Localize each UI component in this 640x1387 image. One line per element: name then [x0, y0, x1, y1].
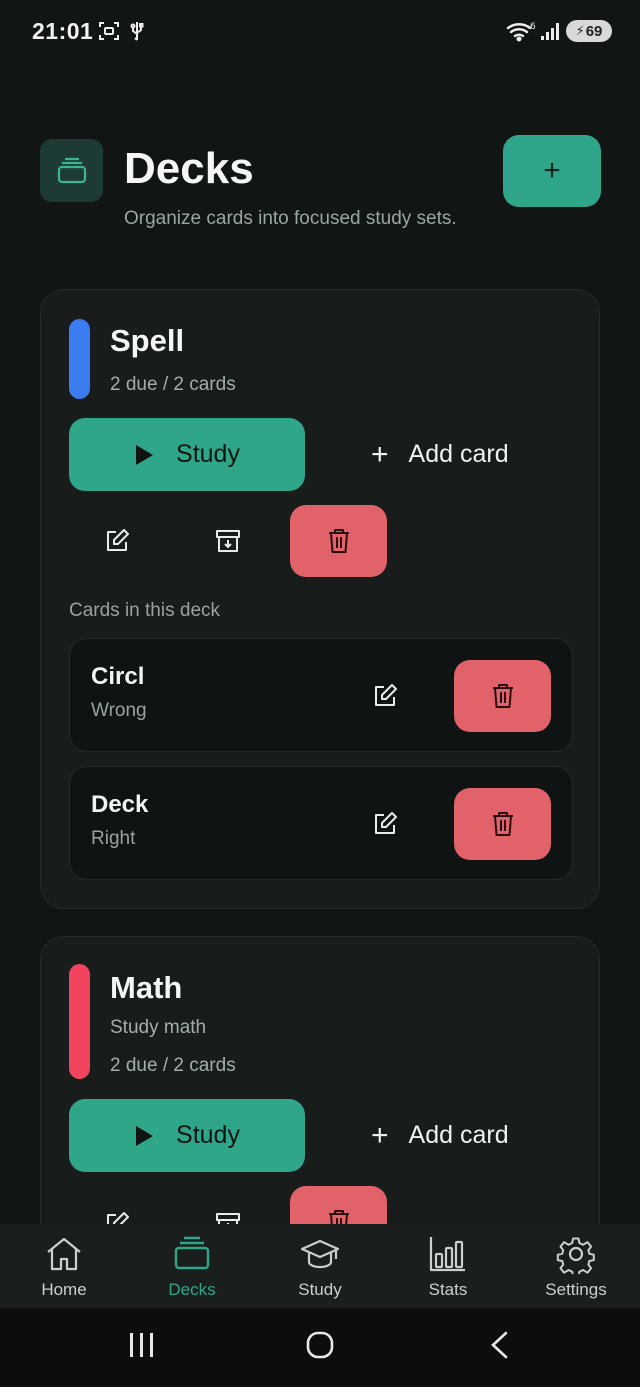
- deck-name: Spell: [110, 323, 185, 358]
- add-card-button[interactable]: + Add card: [371, 418, 509, 491]
- status-time: 21:01: [32, 18, 94, 44]
- add-deck-button[interactable]: +: [503, 135, 601, 207]
- add-card-label: Add card: [408, 1121, 509, 1149]
- delete-deck-button[interactable]: [290, 1186, 387, 1224]
- deck-due-count: 2 due / 2 cards: [110, 374, 236, 395]
- card-item: Deck Right: [69, 766, 573, 880]
- card-front: Deck: [91, 791, 149, 818]
- nav-label: Settings: [545, 1280, 607, 1299]
- deck-description: Study math: [110, 1017, 207, 1038]
- delete-card-button[interactable]: [454, 660, 551, 732]
- system-nav-bar: [0, 1308, 640, 1387]
- nav-item-stats[interactable]: Stats: [384, 1224, 512, 1308]
- plus-icon: +: [371, 1118, 389, 1152]
- trash-icon: [328, 529, 349, 553]
- cards-section-label: Cards in this deck: [69, 600, 221, 621]
- edit-icon: [107, 1212, 129, 1224]
- edit-icon: [375, 684, 397, 706]
- plus-icon: +: [371, 437, 389, 471]
- play-icon: [136, 444, 154, 465]
- study-button-label: Study: [176, 440, 240, 468]
- add-card-button[interactable]: + Add card: [371, 1099, 509, 1172]
- edit-icon: [107, 529, 129, 551]
- archive-deck-button[interactable]: [198, 511, 258, 571]
- home-button-icon[interactable]: [305, 1330, 335, 1360]
- battery-level: 69: [585, 22, 603, 40]
- deck-due-count: 2 due / 2 cards: [110, 1055, 236, 1076]
- back-icon[interactable]: [488, 1330, 512, 1360]
- delete-deck-button[interactable]: [290, 505, 387, 577]
- study-button[interactable]: Study: [69, 1099, 305, 1172]
- recent-apps-icon[interactable]: [128, 1330, 156, 1360]
- nav-label: Home: [41, 1280, 87, 1299]
- stats-icon: [429, 1237, 465, 1272]
- signal-icon: [541, 23, 559, 40]
- edit-deck-button[interactable]: [87, 511, 147, 571]
- nav-item-settings[interactable]: Settings: [512, 1224, 640, 1308]
- deck-name: Math: [110, 970, 183, 1005]
- card-back: Right: [91, 828, 136, 849]
- usb-icon: [130, 22, 144, 41]
- deck-color-bar: [69, 964, 90, 1079]
- card-front: Circl: [91, 663, 145, 690]
- bottom-nav: Home Decks Study Stats Settings: [0, 1224, 640, 1308]
- nav-item-decks[interactable]: Decks: [128, 1224, 256, 1308]
- gear-icon: [556, 1237, 595, 1274]
- delete-card-button[interactable]: [454, 788, 551, 860]
- edit-card-button[interactable]: [355, 794, 415, 854]
- svg-text:6: 6: [530, 22, 536, 32]
- trash-icon: [492, 812, 513, 836]
- screenshot-icon: [99, 22, 119, 40]
- card-back: Wrong: [91, 700, 147, 721]
- battery-indicator: ⚡ 69: [566, 20, 612, 42]
- page-title: Decks: [124, 144, 254, 193]
- study-button[interactable]: Study: [69, 418, 305, 491]
- decks-header-icon: [40, 139, 103, 202]
- archive-icon: [216, 530, 240, 552]
- card-item: Circl Wrong: [69, 638, 573, 752]
- home-icon: [47, 1237, 81, 1271]
- edit-card-button[interactable]: [355, 666, 415, 726]
- nav-label: Study: [298, 1280, 342, 1299]
- page-subtitle: Organize cards into focused study sets.: [124, 208, 457, 229]
- nav-label: Decks: [168, 1280, 216, 1299]
- archive-icon: [216, 1213, 240, 1224]
- trash-icon: [492, 684, 513, 708]
- nav-label: Stats: [428, 1280, 468, 1299]
- charging-bolt-icon: ⚡: [575, 23, 585, 38]
- play-icon: [136, 1125, 154, 1146]
- plus-icon: +: [543, 154, 561, 187]
- trash-icon: [328, 1210, 349, 1224]
- deck-color-bar: [69, 319, 90, 399]
- deck-card-spell: Spell 2 due / 2 cards Study + Add card C…: [40, 289, 600, 909]
- study-button-label: Study: [176, 1121, 240, 1149]
- decks-icon: [174, 1236, 210, 1270]
- archive-deck-button[interactable]: [198, 1194, 258, 1224]
- study-cap-icon: [300, 1239, 340, 1269]
- add-card-label: Add card: [408, 440, 509, 468]
- nav-item-home[interactable]: Home: [0, 1224, 128, 1308]
- edit-deck-button[interactable]: [87, 1194, 147, 1224]
- deck-card-math: Math Study math 2 due / 2 cards Study + …: [40, 936, 600, 1224]
- wifi-icon: 6: [506, 22, 536, 42]
- nav-item-study[interactable]: Study: [256, 1224, 384, 1308]
- edit-icon: [375, 812, 397, 834]
- status-bar: 21:01 6 ⚡ 69: [0, 0, 640, 64]
- decks-scroll-area[interactable]: Decks Organize cards into focused study …: [0, 64, 640, 1224]
